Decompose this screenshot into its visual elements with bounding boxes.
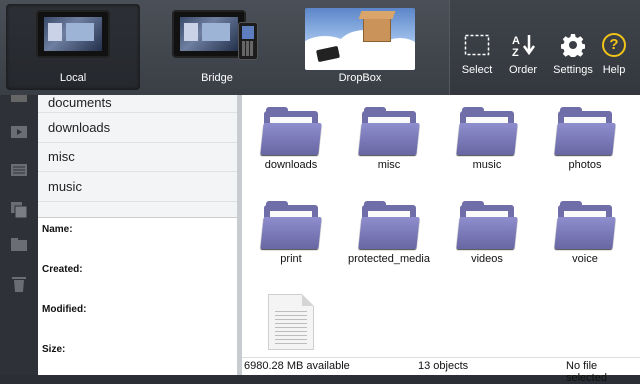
size-label: Size: (42, 344, 66, 355)
document-file-icon (275, 311, 307, 345)
list-item[interactable]: documents (38, 95, 237, 113)
copy-icon[interactable] (10, 201, 28, 219)
video-icon[interactable] (10, 125, 28, 139)
settings-button[interactable]: Settings (550, 26, 596, 76)
gear-icon (550, 26, 596, 64)
select-label: Select (461, 64, 493, 76)
folder-name: print (280, 253, 302, 265)
folder-icon (554, 107, 616, 155)
file-item[interactable] (268, 294, 314, 350)
image-icon[interactable] (10, 95, 28, 109)
sort-az-icon: A Z (500, 26, 546, 64)
folder-icon (456, 201, 518, 249)
source-bridge[interactable]: Bridge (150, 4, 284, 90)
help-label: Help (602, 64, 626, 76)
folder-list: documents downloads misc music (38, 95, 237, 217)
list-item-partial[interactable] (38, 202, 237, 218)
order-button[interactable]: A Z Order (500, 26, 546, 76)
folder-item[interactable]: voice (536, 201, 634, 265)
folder-item[interactable]: misc (340, 107, 438, 171)
folder-icon (358, 201, 420, 249)
select-icon (454, 26, 500, 64)
folder-item[interactable]: videos (438, 201, 536, 265)
dropbox-icon (305, 8, 415, 70)
svg-text:Z: Z (512, 47, 519, 57)
svg-text:A: A (512, 35, 520, 47)
folder-item[interactable]: print (242, 201, 340, 265)
modified-label: Modified: (42, 304, 87, 315)
move-icon[interactable] (10, 238, 28, 252)
name-label: Name: (42, 224, 73, 235)
toolbar: Select A Z Order Settings ? Help (449, 0, 640, 95)
info-panel: Name: Created: Modified: Size: (38, 217, 237, 375)
bridge-devices-icon (172, 10, 258, 60)
list-item[interactable]: misc (38, 143, 237, 172)
folder-name: protected_media (348, 253, 430, 265)
folder-name: music (472, 159, 502, 171)
folder-icon (456, 107, 518, 155)
object-count: 13 objects (418, 360, 469, 372)
folder-name: misc (377, 159, 401, 171)
help-button[interactable]: ? Help (591, 26, 637, 76)
source-label: Local (59, 72, 87, 84)
source-dropbox[interactable]: DropBox (293, 4, 427, 90)
select-button[interactable]: Select (454, 26, 500, 76)
file-grid: downloads misc music photos print protec… (242, 95, 640, 357)
playbook-tablet-icon (36, 10, 110, 58)
left-rail (0, 95, 38, 375)
folder-item[interactable]: downloads (242, 107, 340, 171)
selection-status: No file selected (566, 360, 607, 384)
folder-name: downloads (264, 159, 318, 171)
trash-icon[interactable] (10, 275, 28, 293)
created-label: Created: (42, 264, 83, 275)
folder-name: photos (568, 159, 602, 171)
source-local[interactable]: Local (6, 4, 140, 90)
folder-item[interactable]: photos (536, 107, 634, 171)
order-label: Order (508, 64, 538, 76)
list-item[interactable]: downloads (38, 113, 237, 143)
folder-icon (260, 201, 322, 249)
available-space: 6980.28 MB available (244, 360, 350, 372)
list-item[interactable]: music (38, 172, 237, 202)
folder-icon (554, 201, 616, 249)
folder-name: videos (471, 253, 503, 265)
source-label: DropBox (338, 72, 382, 84)
source-label: Bridge (201, 72, 233, 84)
folder-item[interactable]: music (438, 107, 536, 171)
status-bar: 6980.28 MB available 13 objects No file … (242, 357, 640, 384)
folder-name: voice (572, 253, 598, 265)
document-icon[interactable] (10, 163, 28, 177)
help-icon: ? (591, 26, 637, 64)
top-bar: Local Bridge DropBox Select A Z Order Se… (0, 0, 640, 95)
folder-item[interactable]: protected_media (340, 201, 438, 265)
settings-label: Settings (553, 64, 593, 76)
folder-icon (260, 107, 322, 155)
folder-icon (358, 107, 420, 155)
